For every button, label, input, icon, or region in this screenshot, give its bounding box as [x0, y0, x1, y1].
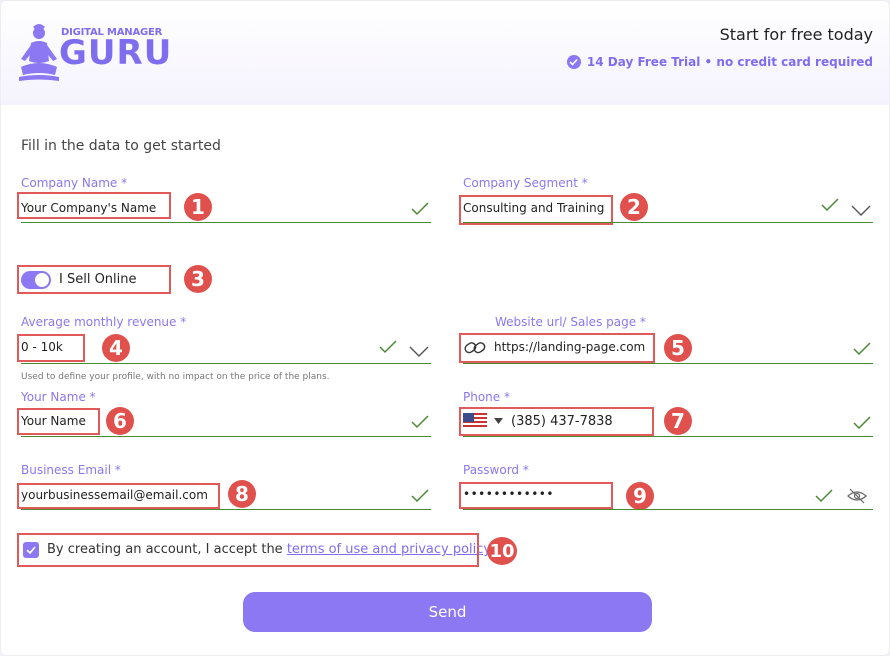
annotation-box-6	[17, 408, 100, 435]
annotation-box-4	[17, 334, 85, 362]
brand-logo: DIGITAL MANAGER GURU	[19, 19, 171, 85]
valid-check-icon	[379, 340, 397, 354]
your-name-underline	[21, 436, 431, 437]
website-underline	[463, 363, 873, 364]
company-name-underline	[21, 222, 431, 223]
meditating-guru-icon	[19, 24, 59, 81]
annotation-badge-2: 2	[620, 193, 648, 221]
annotation-box-7	[459, 407, 654, 436]
chevron-down-icon[interactable]	[851, 205, 871, 217]
annotation-badge-4: 4	[102, 334, 130, 362]
annotation-badge-5: 5	[664, 334, 692, 362]
annotation-badge-9: 9	[626, 482, 654, 510]
annotation-box-10	[17, 533, 479, 567]
revenue-hint: Used to define your profile, with no imp…	[21, 372, 330, 382]
trial-info: 14 Day Free Trial • no credit card requi…	[566, 55, 873, 69]
form-intro: Fill in the data to get started	[21, 138, 221, 154]
annotation-badge-6: 6	[106, 407, 134, 435]
annotation-badge-8: 8	[228, 480, 256, 508]
annotation-badge-1: 1	[184, 193, 212, 221]
chevron-down-icon[interactable]	[409, 346, 429, 358]
valid-check-icon	[411, 415, 429, 429]
valid-check-icon	[411, 202, 429, 216]
your-name-label: Your Name *	[21, 390, 96, 404]
valid-check-icon	[821, 198, 839, 212]
annotation-badge-7: 7	[664, 407, 692, 435]
revenue-underline	[21, 363, 431, 364]
valid-check-icon	[815, 489, 833, 503]
annotation-box-9	[459, 482, 613, 509]
valid-check-icon	[853, 342, 871, 356]
website-label: Website url/ Sales page *	[495, 315, 646, 329]
email-label: Business Email *	[21, 463, 121, 477]
brand-main-text: GURU	[59, 33, 173, 73]
company-segment-label: Company Segment *	[463, 176, 588, 190]
valid-check-icon	[853, 416, 871, 430]
cta-title: Start for free today	[719, 25, 873, 44]
company-segment-underline	[463, 222, 873, 223]
header: DIGITAL MANAGER GURU Start for free toda…	[1, 1, 889, 105]
annotation-badge-10: 10	[487, 537, 517, 565]
annotation-box-3	[17, 265, 171, 294]
signup-card: DIGITAL MANAGER GURU Start for free toda…	[0, 0, 890, 656]
annotation-box-8	[17, 483, 220, 509]
annotation-badge-3: 3	[184, 265, 212, 293]
check-circle-icon	[566, 55, 581, 69]
send-button[interactable]: Send	[243, 592, 652, 632]
trial-text: 14 Day Free Trial • no credit card requi…	[586, 55, 873, 69]
email-underline	[21, 509, 431, 510]
phone-underline	[463, 436, 873, 437]
annotation-box-2	[459, 195, 613, 225]
revenue-label: Average monthly revenue *	[21, 315, 187, 329]
company-name-label: Company Name *	[21, 176, 128, 190]
phone-label: Phone *	[463, 390, 510, 404]
annotation-box-1	[17, 192, 171, 219]
password-underline	[463, 509, 873, 510]
password-label: Password *	[463, 463, 529, 477]
valid-check-icon	[411, 489, 429, 503]
annotation-box-5	[459, 333, 655, 363]
eye-off-icon[interactable]	[847, 488, 867, 504]
